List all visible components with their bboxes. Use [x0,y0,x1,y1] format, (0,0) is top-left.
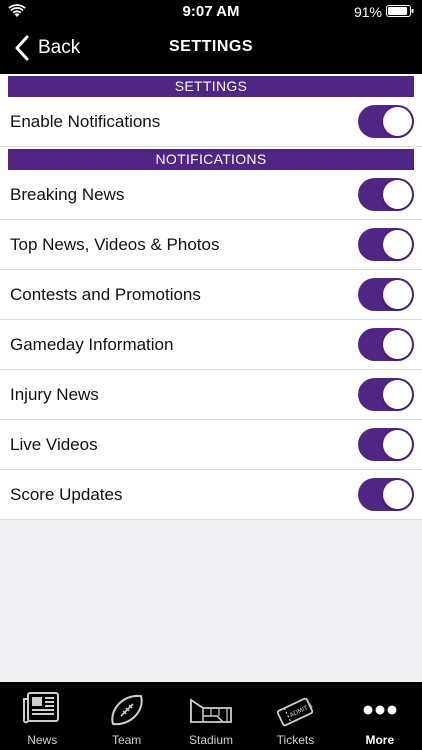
newspaper-icon [22,692,60,724]
setting-row-injury-news: Injury News [0,370,422,420]
setting-row-top-news: Top News, Videos & Photos [0,220,422,270]
breaking-news-toggle[interactable] [358,178,414,211]
setting-row-live-videos: Live Videos [0,420,422,470]
settings-list: SETTINGS Enable Notifications NOTIFICATI… [0,74,422,520]
tab-label: Tickets [276,733,315,747]
top-news-toggle[interactable] [358,228,414,261]
setting-label: Breaking News [10,185,125,204]
toggle-knob [383,230,412,259]
toggle-knob [383,107,412,136]
gameday-toggle[interactable] [358,328,414,361]
section-header-settings: SETTINGS [8,76,414,97]
page-title: SETTINGS [168,38,253,55]
stadium-icon [190,698,232,723]
setting-row-gameday: Gameday Information [0,320,422,370]
tab-label: Stadium [189,733,234,747]
tab-label: Team [111,733,142,747]
setting-row-contests: Contests and Promotions [0,270,422,320]
setting-label: Live Videos [10,435,98,454]
tab-team[interactable]: Team [84,682,168,750]
navigation-bar: Back SETTINGS [0,22,422,74]
setting-label: Gameday Information [10,335,174,354]
toggle-knob [383,480,412,509]
tab-news[interactable]: News [0,682,84,750]
tab-tickets[interactable]: ADMIT 1 Tickets [253,682,337,750]
toggle-knob [383,180,412,209]
contests-toggle[interactable] [358,278,414,311]
live-videos-toggle[interactable] [358,428,414,461]
setting-label: Score Updates [10,485,123,504]
more-dots-icon [363,705,397,715]
football-icon [110,694,143,726]
status-bar: 9:07 AM 91% [0,0,422,22]
setting-row-score-updates: Score Updates [0,470,422,520]
setting-label: Contests and Promotions [10,285,201,304]
score-updates-toggle[interactable] [358,478,414,511]
setting-row-enable-notifications: Enable Notifications [0,97,422,147]
tab-more[interactable]: More [338,682,422,750]
battery-icon [386,5,414,17]
enable-notifications-toggle[interactable] [358,105,414,138]
toggle-knob [383,430,412,459]
ticket-icon: ADMIT 1 [277,697,315,727]
tab-stadium[interactable]: Stadium [169,682,253,750]
setting-row-breaking-news: Breaking News [0,170,422,220]
tab-bar: News Team Stadium ADMIT 1 Tickets More [0,682,422,750]
tab-label: More [365,733,395,747]
setting-label: Top News, Videos & Photos [10,235,220,254]
injury-news-toggle[interactable] [358,378,414,411]
toggle-knob [383,380,412,409]
toggle-knob [383,280,412,309]
tab-label: News [27,733,58,747]
setting-label: Injury News [10,385,99,404]
setting-label: Enable Notifications [10,112,161,131]
section-header-notifications: NOTIFICATIONS [8,149,414,170]
battery-percent: 91% [353,4,382,20]
toggle-knob [383,330,412,359]
